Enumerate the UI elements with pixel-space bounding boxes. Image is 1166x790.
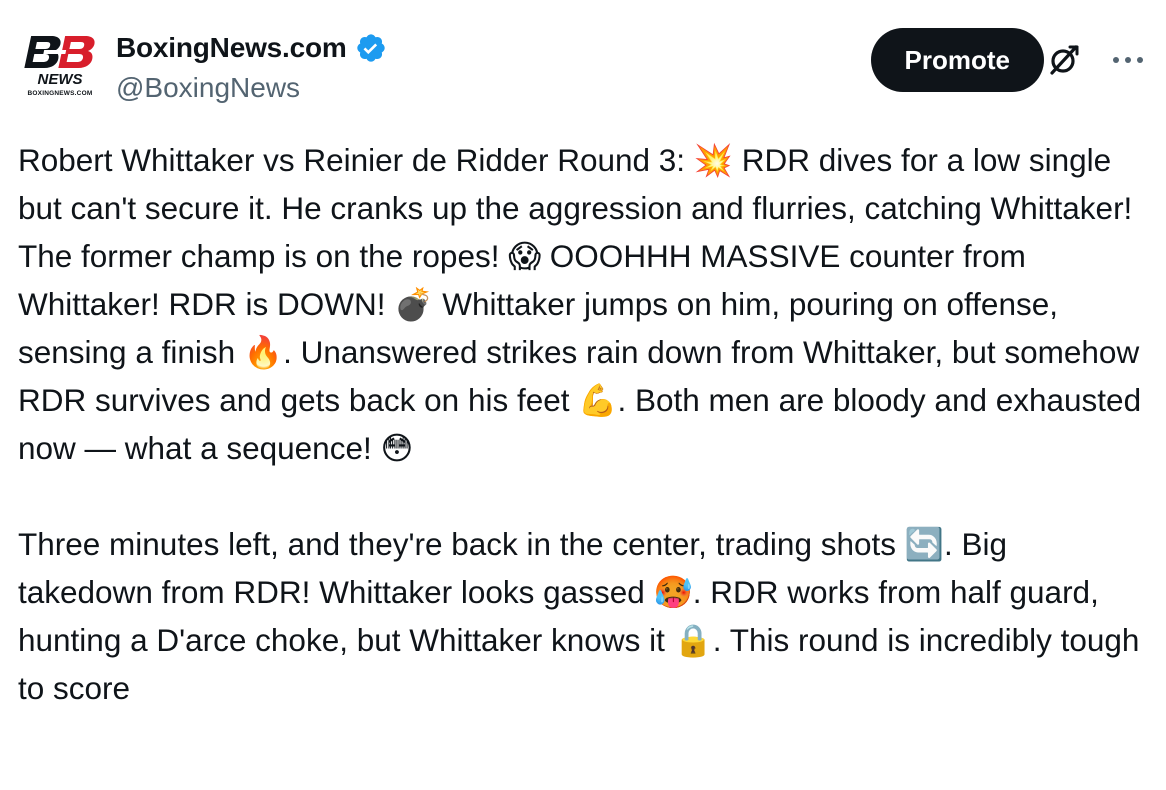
tweet-paragraph: Robert Whittaker vs Reinier de Ridder Ro… bbox=[18, 142, 1142, 466]
more-options-icon[interactable] bbox=[1108, 44, 1148, 76]
logo-wordmark: NEWS bbox=[38, 71, 83, 88]
promote-button[interactable]: Promote bbox=[870, 28, 1044, 92]
display-name[interactable]: BoxingNews.com bbox=[116, 32, 347, 64]
avatar[interactable]: NEWS BOXINGNEWS.COM bbox=[18, 32, 102, 98]
author-handle[interactable]: @BoxingNews bbox=[116, 72, 387, 104]
author-names: BoxingNews.com @BoxingNews bbox=[116, 28, 387, 104]
tweet-paragraph: Three minutes left, and they're back in … bbox=[18, 526, 1140, 706]
logo-url: BOXINGNEWS.COM bbox=[28, 90, 93, 97]
tweet-header: NEWS BOXINGNEWS.COM BoxingNews.com @Boxi… bbox=[18, 26, 1148, 106]
boxingnews-logo: NEWS BOXINGNEWS.COM bbox=[24, 36, 95, 97]
tweet-card: NEWS BOXINGNEWS.COM BoxingNews.com @Boxi… bbox=[0, 0, 1166, 790]
grok-icon[interactable] bbox=[1046, 42, 1082, 78]
display-name-row: BoxingNews.com bbox=[116, 28, 387, 68]
tweet-text: Robert Whittaker vs Reinier de Ridder Ro… bbox=[18, 136, 1148, 712]
verified-badge-icon[interactable] bbox=[355, 32, 387, 64]
